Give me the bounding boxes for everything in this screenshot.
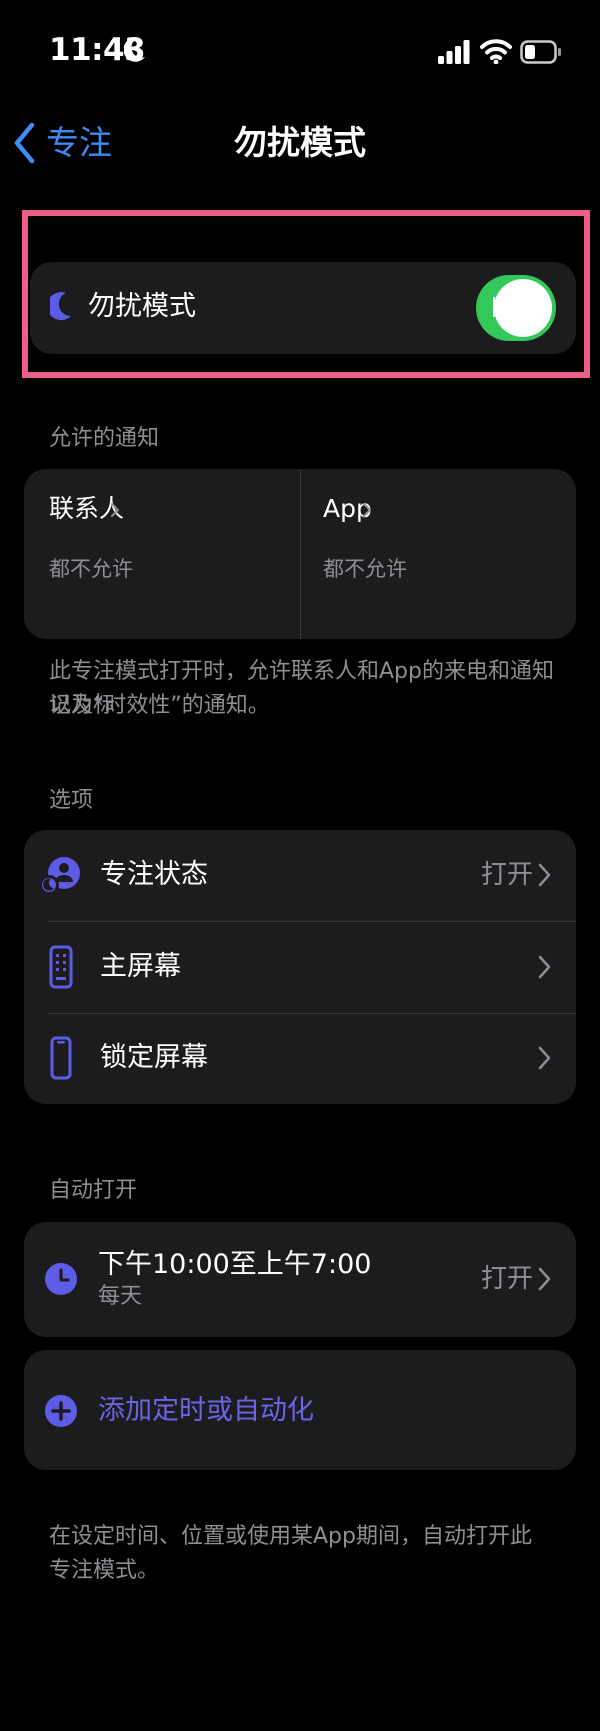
moon-icon [124,37,145,62]
focus-status-icon [40,857,80,895]
highlight-frame [22,210,590,378]
schedule-subtitle: 每天 [98,1284,143,1309]
contacts-value: 都不允许 [49,557,133,581]
allowed-footnote-line2: 记为“时效性”的通知。 [49,693,270,718]
cellular-signal-icon [438,40,470,64]
schedule-value: 打开 [481,1264,534,1294]
add-automation-label: 添加定时或自动化 [98,1395,314,1426]
chevron-right-icon [538,1267,551,1291]
section-header-options: 选项 [49,788,94,813]
home-screen-icon [49,945,73,989]
auto-footnote-line2: 专注模式。 [49,1558,160,1583]
option-label-home-screen: 主屏幕 [100,951,181,982]
section-header-auto-on: 自动打开 [49,1178,138,1203]
chevron-right-icon [538,955,551,979]
auto-footnote-line1: 在设定时间、位置或使用某App期间，自动打开此 [49,1524,532,1549]
option-label-lock-screen: 锁定屏幕 [100,1042,208,1073]
option-value-focus-status: 打开 [481,860,534,890]
chevron-right-icon [538,1046,551,1070]
clock-icon [45,1263,77,1295]
battery-icon [520,40,561,64]
wifi-icon [480,39,512,64]
chevron-right-icon [538,863,551,887]
apps-value: 都不允许 [323,557,407,581]
section-header-allowed: 允许的通知 [49,426,160,451]
plus-circle-icon [45,1395,77,1427]
chevron-right-icon [111,503,119,517]
chevron-right-icon [363,503,371,517]
option-label-focus-status: 专注状态 [100,859,208,890]
page-title: 勿扰模式 [234,123,366,162]
lock-screen-icon [50,1036,72,1080]
schedule-title: 下午10:00至上午7:00 [98,1249,372,1280]
